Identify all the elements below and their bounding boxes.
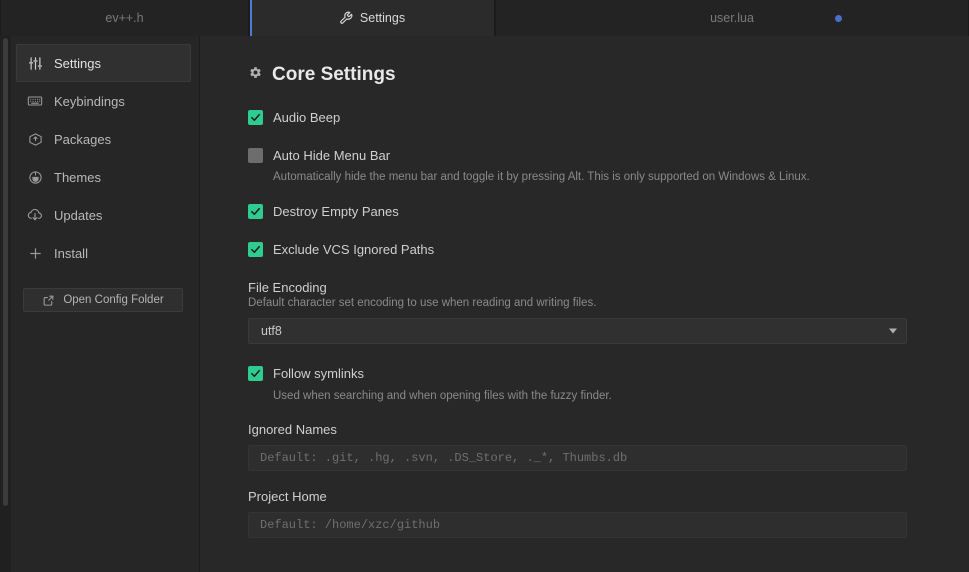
tools-icon	[339, 11, 353, 25]
scrollbar-thumb[interactable]	[3, 38, 8, 506]
auto-hide-menu-bar-label: Auto Hide Menu Bar	[273, 148, 390, 163]
sidebar-item-updates[interactable]: Updates	[16, 196, 191, 234]
sidebar-item-label: Updates	[54, 208, 102, 223]
chevron-down-icon	[889, 328, 897, 333]
file-encoding-select[interactable]: utf8	[248, 318, 907, 344]
ignored-names-label: Ignored Names	[248, 422, 907, 437]
palette-icon	[27, 169, 43, 185]
tab-label: ev++.h	[105, 11, 143, 25]
sidebar-item-label: Install	[54, 246, 88, 261]
sidebar-item-label: Settings	[54, 56, 101, 71]
settings-window: ev++.h Settings user.lua	[0, 0, 969, 572]
file-encoding-label: File Encoding	[248, 280, 907, 295]
project-home-label: Project Home	[248, 489, 907, 504]
field-file-encoding: File Encoding Default character set enco…	[248, 280, 907, 344]
auto-hide-menu-bar-checkbox[interactable]	[248, 148, 263, 163]
project-home-input[interactable]: Default: /home/xzc/github	[248, 512, 907, 538]
sidebar-item-themes[interactable]: Themes	[16, 158, 191, 196]
option-auto-hide-menu-bar: Auto Hide Menu Bar Automatically hide th…	[248, 143, 907, 186]
keyboard-icon	[27, 93, 43, 109]
editor-tab-bar: ev++.h Settings user.lua	[0, 0, 969, 36]
gear-icon	[248, 64, 263, 86]
sidebar-item-packages[interactable]: Packages	[16, 120, 191, 158]
audio-beep-label: Audio Beep	[273, 110, 340, 125]
option-follow-symlinks: Follow symlinks Used when searching and …	[248, 362, 907, 405]
follow-symlinks-checkbox[interactable]	[248, 366, 263, 381]
option-audio-beep: Audio Beep	[248, 105, 907, 129]
option-exclude-vcs-ignored-paths: Exclude VCS Ignored Paths	[248, 238, 907, 262]
page-title: Core Settings	[248, 64, 907, 86]
sliders-icon	[27, 55, 43, 71]
exclude-vcs-ignored-paths-checkbox[interactable]	[248, 242, 263, 257]
external-link-icon	[42, 294, 55, 307]
follow-symlinks-label: Follow symlinks	[273, 366, 364, 381]
sidebar-item-keybindings[interactable]: Keybindings	[16, 82, 191, 120]
sidebar-item-label: Themes	[54, 170, 101, 185]
page-title-text: Core Settings	[272, 64, 396, 86]
auto-hide-menu-bar-description: Automatically hide the menu bar and togg…	[273, 170, 907, 186]
sidebar-item-label: Keybindings	[54, 94, 125, 109]
tab-settings[interactable]: Settings	[249, 0, 495, 36]
file-encoding-description: Default character set encoding to use wh…	[248, 297, 907, 309]
cloud-download-icon	[27, 207, 43, 223]
follow-symlinks-description: Used when searching and when opening fil…	[273, 389, 907, 405]
option-destroy-empty-panes: Destroy Empty Panes	[248, 200, 907, 224]
exclude-vcs-ignored-paths-label: Exclude VCS Ignored Paths	[273, 242, 434, 257]
project-home-placeholder: Default: /home/xzc/github	[260, 518, 440, 532]
tab-user-lua[interactable]: user.lua	[495, 0, 969, 36]
tab-ev++-h[interactable]: ev++.h	[0, 0, 249, 36]
settings-content: Core Settings Audio Beep Au	[200, 36, 969, 572]
plus-icon	[27, 245, 43, 261]
package-icon	[27, 131, 43, 147]
field-ignored-names: Ignored Names Default: .git, .hg, .svn, …	[248, 422, 907, 471]
ignored-names-placeholder: Default: .git, .hg, .svn, .DS_Store, ._*…	[260, 451, 627, 465]
ignored-names-input[interactable]: Default: .git, .hg, .svn, .DS_Store, ._*…	[248, 445, 907, 471]
vertical-scrollbar[interactable]	[0, 36, 11, 572]
tab-label: user.lua	[710, 11, 754, 25]
sidebar-item-settings[interactable]: Settings	[16, 44, 191, 82]
open-config-folder-button[interactable]: Open Config Folder	[23, 288, 183, 312]
destroy-empty-panes-label: Destroy Empty Panes	[273, 204, 399, 219]
window-body: Settings	[0, 36, 969, 572]
unsaved-indicator-dot	[835, 15, 842, 22]
sidebar-item-label: Packages	[54, 132, 111, 147]
destroy-empty-panes-checkbox[interactable]	[248, 204, 263, 219]
tab-label: Settings	[360, 11, 405, 25]
open-config-folder-label: Open Config Folder	[63, 294, 163, 306]
settings-sidebar: Settings	[0, 36, 200, 572]
audio-beep-checkbox[interactable]	[248, 110, 263, 125]
sidebar-item-install[interactable]: Install	[16, 234, 191, 272]
field-project-home: Project Home Default: /home/xzc/github	[248, 489, 907, 538]
file-encoding-value: utf8	[261, 324, 282, 338]
